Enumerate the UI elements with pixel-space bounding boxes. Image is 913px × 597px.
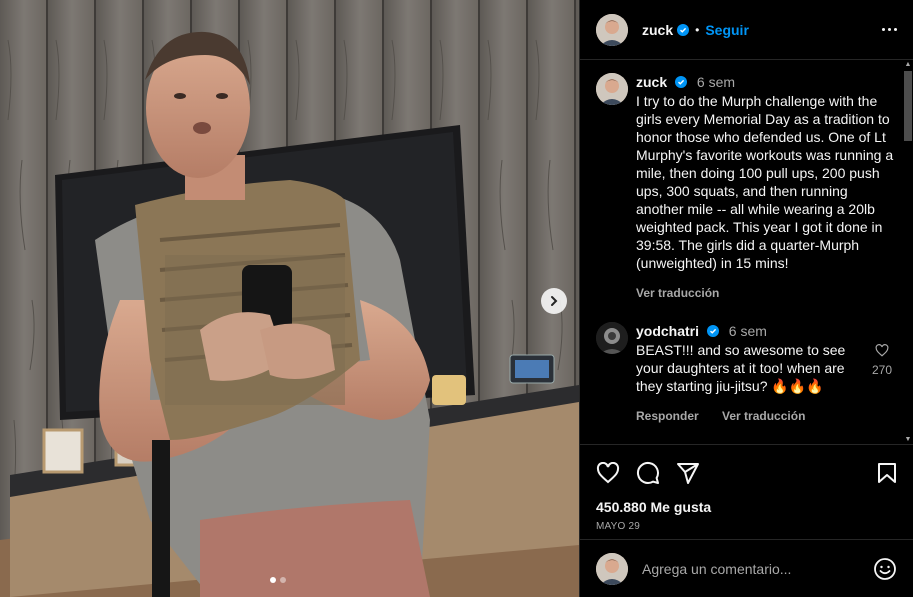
- caption-username[interactable]: zuck: [636, 74, 667, 90]
- comment-icon[interactable]: [636, 461, 660, 485]
- carousel-dot-active: [270, 577, 276, 583]
- comments-scrollbar[interactable]: ▲ ▼: [903, 61, 913, 444]
- scroll-up-arrow[interactable]: ▲: [904, 61, 912, 69]
- chevron-right-icon: [551, 296, 558, 306]
- scroll-thumb[interactable]: [904, 71, 912, 141]
- caption-time[interactable]: 6 sem: [697, 74, 735, 90]
- bookmark-icon[interactable]: [877, 462, 897, 484]
- avatar-image: [596, 13, 628, 46]
- post-header: zuck • Seguir: [580, 0, 913, 60]
- post-media[interactable]: [0, 0, 579, 597]
- reply-button[interactable]: Responder: [636, 409, 699, 423]
- post-photo: [0, 0, 579, 597]
- send-icon[interactable]: [676, 461, 700, 485]
- comment-like-count: 270: [871, 363, 893, 377]
- header-separator: •: [695, 22, 700, 37]
- commenter-avatar[interactable]: [596, 322, 628, 354]
- comment-translate-link[interactable]: Ver traducción: [722, 409, 805, 423]
- caption-item: zuck 6 sem I try to do the Murph challen…: [596, 73, 897, 302]
- post-date[interactable]: MAYO 29: [596, 521, 897, 532]
- post-side-panel: zuck • Seguir zuck 6 sem I try to do the…: [579, 0, 913, 597]
- verified-badge-icon: [706, 325, 719, 337]
- follow-button[interactable]: Seguir: [705, 22, 749, 38]
- more-options-icon[interactable]: [882, 28, 897, 31]
- avatar-image: [596, 322, 628, 354]
- author-avatar[interactable]: [596, 13, 628, 46]
- post-actions: 450.880 Me gusta MAYO 29: [580, 444, 913, 532]
- comments-list[interactable]: zuck 6 sem I try to do the Murph challen…: [580, 61, 913, 444]
- carousel-next-button[interactable]: [541, 288, 567, 314]
- verified-badge-icon: [675, 76, 688, 88]
- viewer-avatar[interactable]: [596, 552, 628, 585]
- heart-icon[interactable]: [875, 344, 889, 357]
- comment-input[interactable]: [642, 560, 873, 577]
- heart-icon[interactable]: [596, 462, 620, 484]
- caption-translate-link[interactable]: Ver traducción: [636, 286, 719, 300]
- avatar-image: [596, 73, 628, 105]
- comment-username[interactable]: yodchatri: [636, 323, 699, 339]
- caption-avatar[interactable]: [596, 73, 628, 105]
- scroll-down-arrow[interactable]: ▼: [904, 436, 912, 444]
- avatar-image: [596, 552, 628, 585]
- carousel-dot: [280, 577, 286, 583]
- emoji-icon[interactable]: [873, 557, 897, 581]
- caption-text: I try to do the Murph challenge with the…: [636, 93, 894, 271]
- add-comment-bar: [580, 539, 913, 597]
- carousel-dots: [270, 577, 286, 583]
- comment-like: 270: [867, 344, 897, 425]
- comment-text: BEAST!!! and so awesome to see your daug…: [636, 342, 846, 394]
- like-count[interactable]: 450.880 Me gusta: [596, 499, 897, 515]
- comment-item: yodchatri 6 sem BEAST!!! and so awesome …: [596, 322, 897, 425]
- comment-time[interactable]: 6 sem: [729, 323, 767, 339]
- verified-badge-icon: [677, 23, 690, 36]
- author-username[interactable]: zuck: [642, 22, 673, 38]
